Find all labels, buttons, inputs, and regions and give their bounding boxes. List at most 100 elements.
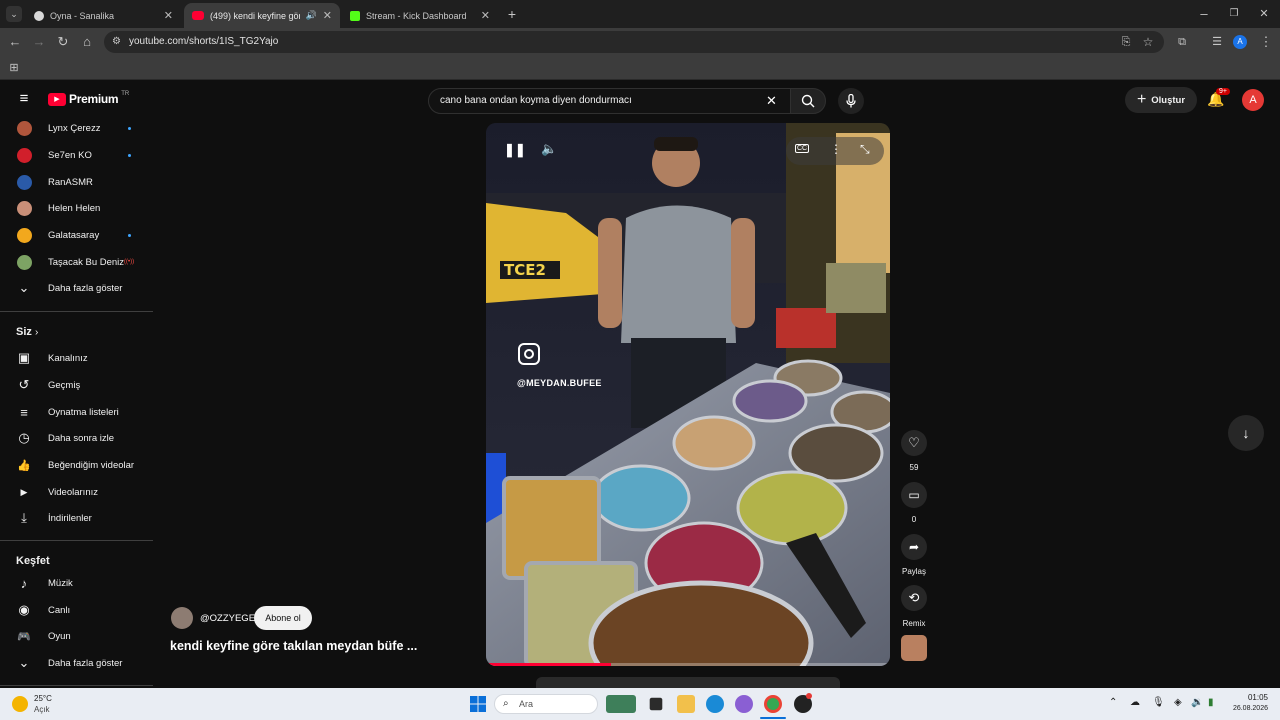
sidebar-item-your-videos[interactable]: ▶ Videolarınız <box>0 479 150 505</box>
tab-sanalika[interactable]: Oyna - Sanalika ✕ <box>26 3 181 28</box>
minimize-icon[interactable]: – <box>1196 6 1212 22</box>
sidebar-item-label: Müzik <box>48 577 73 589</box>
close-tab-icon[interactable]: ✕ <box>323 9 332 22</box>
home-icon[interactable]: ⌂ <box>79 34 95 50</box>
pause-icon[interactable]: ❚❚ <box>504 142 526 158</box>
sidebar-item-watch-later[interactable]: ◷ Daha sonra izle <box>0 425 150 451</box>
channel-name: Lynx Çerezz <box>48 122 101 134</box>
captions-icon[interactable]: CC <box>795 144 810 153</box>
taskbar-search[interactable]: ⌕ Ara <box>494 694 598 714</box>
next-short-button[interactable]: ↓ <box>1228 415 1264 451</box>
tab-youtube[interactable]: (499) kendi keyfine göre takılan meyd 🔊 … <box>184 3 340 28</box>
reload-icon[interactable]: ↻ <box>55 34 71 50</box>
cloud-sync-icon[interactable]: ☁ <box>1130 697 1140 708</box>
subscription-lynx[interactable]: Lynx Çerezz <box>0 115 150 141</box>
hamburger-menu-icon[interactable]: ≡ <box>16 91 32 107</box>
speaker-icon[interactable]: 🔊 <box>306 10 317 21</box>
channel-avatar[interactable] <box>171 607 193 629</box>
apps-grid-icon[interactable]: ⊞ <box>6 60 22 76</box>
microphone-tray-icon[interactable]: 🎙 <box>1152 697 1165 708</box>
sidebar-item-liked-videos[interactable]: 👍 Beğendiğim videolar <box>0 452 150 478</box>
close-tab-icon[interactable]: ✕ <box>481 9 490 22</box>
like-button[interactable]: ♡ <box>901 430 927 456</box>
file-explorer-icon[interactable] <box>677 695 695 713</box>
media-control-icon[interactable]: ☰ <box>1209 34 1225 50</box>
clock-date[interactable]: 26.08.2026 <box>1222 705 1268 712</box>
video-progress-track[interactable] <box>486 663 890 666</box>
sidebar-item-history[interactable]: ↺ Geçmiş <box>0 372 150 398</box>
fullscreen-icon[interactable]: ⤡ <box>860 142 870 157</box>
like-count: 59 <box>909 463 919 472</box>
show-more-label: Daha fazla göster <box>48 282 123 294</box>
close-tab-icon[interactable]: ✕ <box>164 9 173 22</box>
bookmark-star-icon[interactable]: ☆ <box>1140 34 1156 50</box>
sidebar-item-downloads[interactable]: ⤓ İndirilenler <box>0 505 150 531</box>
search-input[interactable]: cano bana ondan koyma diyen dondurmacı ✕ <box>428 88 792 114</box>
url-field[interactable]: ⚙ youtube.com/shorts/1IS_TG2Yajo <box>104 31 1164 53</box>
create-button[interactable]: + Oluştur <box>1125 87 1197 113</box>
share-button[interactable]: ➦ <box>901 534 927 560</box>
sound-thumbnail[interactable] <box>901 635 927 661</box>
subscription-helen[interactable]: Helen Helen <box>0 195 150 221</box>
close-window-icon[interactable]: ✕ <box>1256 6 1272 22</box>
extensions-icon[interactable]: ⧉ <box>1174 34 1190 50</box>
gaming-icon: 🎮 <box>17 630 31 643</box>
battery-icon[interactable]: ▮ <box>1208 697 1214 708</box>
voice-search-button[interactable] <box>838 88 864 114</box>
weather-temperature[interactable]: 25°C <box>34 694 52 703</box>
channel-avatar <box>17 147 32 163</box>
browser-menu-icon[interactable]: ⋮ <box>1258 34 1274 50</box>
chrome-icon[interactable] <box>764 695 782 713</box>
notifications-button[interactable]: 🔔 9+ <box>1207 88 1230 109</box>
install-app-icon[interactable]: ⎘ <box>1118 34 1134 50</box>
account-avatar[interactable]: A <box>1242 89 1264 111</box>
tab-kick[interactable]: Stream - Kick Dashboard ✕ <box>342 3 498 28</box>
search-button[interactable] <box>790 88 826 114</box>
share-icon: ➦ <box>908 540 920 554</box>
restore-icon[interactable]: ❐ <box>1226 6 1242 22</box>
share-label: Paylaş <box>901 567 926 576</box>
copilot-icon[interactable] <box>735 695 753 713</box>
clear-search-icon[interactable]: ✕ <box>766 89 777 113</box>
more-options-icon[interactable]: ⋮ <box>830 142 842 156</box>
remix-button[interactable]: ⟲ <box>901 585 927 611</box>
sidebar-item-playlists[interactable]: ≡ Oynatma listeleri <box>0 399 150 425</box>
short-title[interactable]: kendi keyfine göre takılan meydan büfe .… <box>170 639 417 653</box>
subscription-se7en[interactable]: Se7en KO <box>0 142 150 168</box>
site-info-icon[interactable]: ⚙ <box>112 31 121 53</box>
show-more-explore[interactable]: ⌄ Daha fazla göster <box>0 650 150 676</box>
sidebar-item-gaming[interactable]: 🎮 Oyun <box>0 623 150 649</box>
clock-time[interactable]: 01:05 <box>1232 693 1268 702</box>
subscription-tasacak[interactable]: Taşacak Bu Deniz ((•)) <box>0 249 150 275</box>
show-more-subscriptions[interactable]: ⌄ Daha fazla göster <box>0 275 150 301</box>
edge-icon[interactable] <box>706 695 724 713</box>
tray-overflow-icon[interactable]: ⌃ <box>1109 697 1117 708</box>
subscription-galatasaray[interactable]: Galatasaray <box>0 222 150 248</box>
windows-start-icon[interactable] <box>470 696 486 712</box>
subscription-ranasmr[interactable]: RanASMR <box>0 169 150 195</box>
you-section-header[interactable]: Siz › <box>16 326 38 338</box>
forward-icon[interactable]: → <box>31 34 47 50</box>
comments-button[interactable]: ▭ <box>901 482 927 508</box>
instagram-icon <box>518 343 540 365</box>
subscribe-button[interactable]: Abone ol <box>254 606 312 630</box>
channel-name: Helen Helen <box>48 202 101 214</box>
volume-icon[interactable]: 🔈 <box>541 141 557 157</box>
notification-dot <box>806 693 812 699</box>
volume-tray-icon[interactable]: 🔉 <box>1191 697 1203 708</box>
widgets-icon[interactable] <box>606 695 636 713</box>
profile-avatar[interactable]: A <box>1233 35 1247 49</box>
sidebar-item-your-channel[interactable]: ▣ Kanalınız <box>0 345 150 371</box>
network-icon[interactable]: ◈ <box>1174 697 1182 708</box>
explore-section-header: Keşfet <box>16 555 50 567</box>
sidebar-item-music[interactable]: ♪ Müzik <box>0 570 150 596</box>
sidebar-item-live[interactable]: ◉ Canlı <box>0 597 150 623</box>
task-view-icon[interactable] <box>649 697 663 711</box>
new-tab-icon[interactable]: + <box>504 6 520 22</box>
tab-search-icon[interactable]: ⌄ <box>6 6 22 22</box>
youtube-premium-logo[interactable]: ▶ Premium TR <box>48 91 129 106</box>
weather-sun-icon[interactable] <box>12 696 28 712</box>
short-channel-name[interactable]: @OZZYEGE <box>200 613 255 624</box>
short-video-player[interactable]: TCE2 ❚❚ 🔈 CC ⋮ ⤡ @MEYDAN.BUFEE <box>486 123 890 666</box>
back-icon[interactable]: ← <box>7 34 23 50</box>
